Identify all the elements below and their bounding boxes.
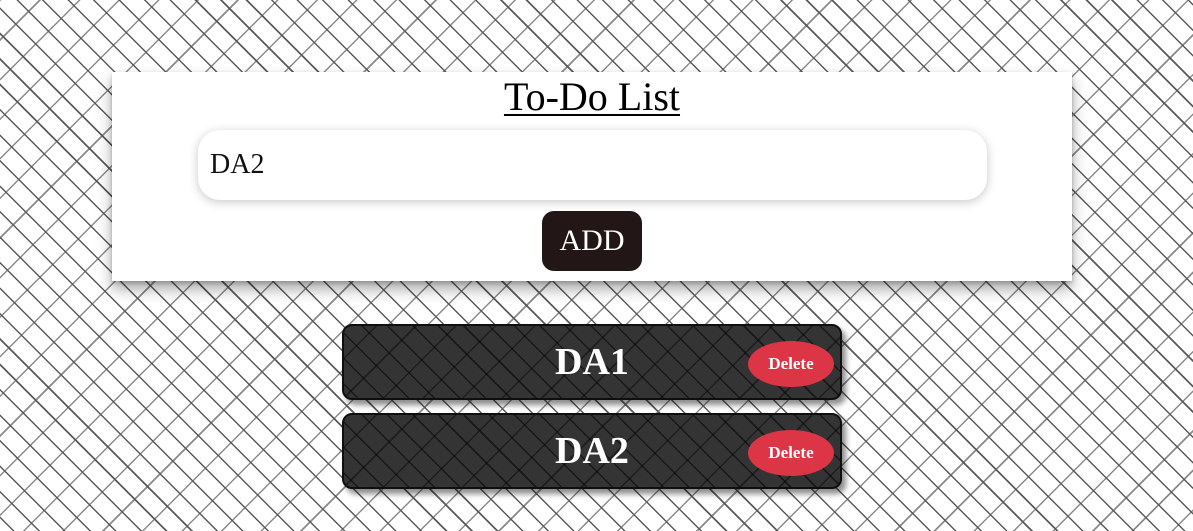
task-input[interactable] [198,130,987,200]
todo-list: DA1 Delete DA2 Delete [342,324,842,502]
todo-item: DA1 Delete [342,324,842,400]
page-title: To-Do List [503,74,681,119]
todo-item-text: DA2 [555,430,629,472]
delete-button[interactable]: Delete [748,430,834,476]
delete-button[interactable]: Delete [748,341,834,387]
add-button[interactable]: ADD [542,211,642,271]
todo-card: To-Do List ADD [112,72,1072,281]
todo-item: DA2 Delete [342,413,842,489]
todo-item-text: DA1 [555,341,629,383]
